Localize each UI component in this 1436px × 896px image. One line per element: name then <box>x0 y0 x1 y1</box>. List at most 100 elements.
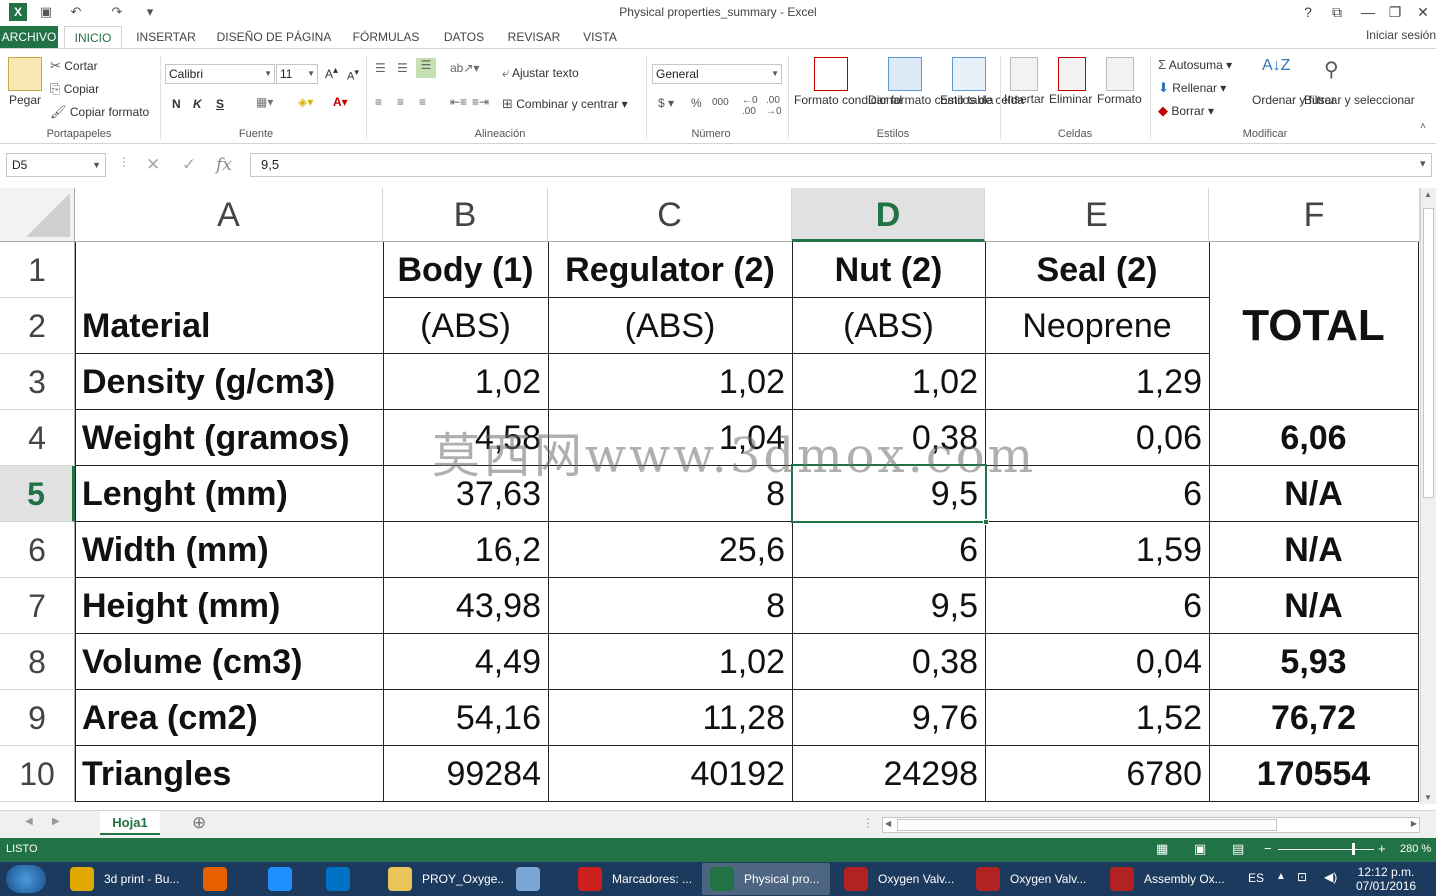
grow-font-button[interactable]: A▴ <box>325 65 338 81</box>
row-header-3[interactable]: 3 <box>0 354 75 410</box>
percent-icon[interactable]: % <box>691 96 702 110</box>
cell-c2[interactable]: (ABS) <box>548 298 792 354</box>
insert-cells-button[interactable]: Insertar <box>1004 92 1045 106</box>
volume-icon[interactable]: ◀) <box>1324 870 1337 884</box>
minimize-button[interactable]: — <box>1357 2 1379 22</box>
shrink-font-button[interactable]: A▾ <box>347 67 359 83</box>
fill-button[interactable]: ⬇ Rellenar ▾ <box>1158 80 1226 96</box>
taskbar-paint[interactable] <box>508 863 564 895</box>
sign-in-link[interactable]: Iniciar sesión <box>1366 28 1436 42</box>
row-header-7[interactable]: 7 <box>0 578 75 634</box>
taskbar-oxygen-valve-1[interactable]: Oxygen Valv... <box>836 863 964 895</box>
taskbar-chrome-3dprint[interactable]: 3d print - Bu... <box>62 863 190 895</box>
clear-button[interactable]: ◆ Borrar ▾ <box>1158 103 1214 119</box>
cell-b6[interactable]: 16,2 <box>383 522 548 578</box>
row-header-10[interactable]: 10 <box>0 746 75 802</box>
wrap-text-button[interactable]: ⤶ Ajustar texto <box>502 65 579 81</box>
column-header-b[interactable]: B <box>383 188 548 242</box>
horizontal-scroll-thumb[interactable] <box>897 819 1277 831</box>
insert-function-icon[interactable]: fx <box>216 155 232 175</box>
autosum-button[interactable]: Σ Autosuma ▾ <box>1158 57 1232 72</box>
tab-inicio[interactable]: INICIO <box>64 26 122 49</box>
zoom-level[interactable]: 280 % <box>1400 843 1431 855</box>
enter-icon[interactable]: ✓ <box>182 155 196 175</box>
tab-vista[interactable]: VISTA <box>576 26 624 48</box>
cell-c8[interactable]: 1,02 <box>548 634 792 690</box>
fill-color-icon[interactable]: ◈▾ <box>298 95 313 109</box>
fill-handle[interactable] <box>983 519 989 525</box>
tab-datos[interactable]: DATOS <box>436 26 492 48</box>
taskbar-firefox[interactable] <box>195 863 253 895</box>
cell-e5[interactable]: 6 <box>985 466 1209 522</box>
format-cells-button[interactable]: Formato <box>1097 92 1142 106</box>
zoom-slider-thumb[interactable] <box>1352 843 1355 855</box>
format-as-table-button[interactable]: Dar formato como tabla <box>868 92 993 108</box>
font-color-icon[interactable]: A▾ <box>333 95 348 109</box>
cell-d1[interactable]: Nut (2) <box>792 242 985 298</box>
cell-b9[interactable]: 54,16 <box>383 690 548 746</box>
tab-formulas[interactable]: FÓRMULAS <box>347 26 425 48</box>
paste-icon[interactable] <box>8 57 42 91</box>
name-box[interactable]: D5 ▼ <box>6 153 106 177</box>
cell-b8[interactable]: 4,49 <box>383 634 548 690</box>
scroll-up-icon[interactable]: ▲ <box>1424 190 1432 199</box>
horizontal-scrollbar[interactable]: ◀ ▶ <box>882 817 1420 833</box>
align-bottom-icon[interactable]: ☰ <box>416 58 436 78</box>
row-header-5[interactable]: 5 <box>0 466 75 522</box>
column-header-c[interactable]: C <box>548 188 792 242</box>
align-left-icon[interactable]: ≡ <box>375 95 382 109</box>
increase-decimal-icon[interactable]: ←0.00 <box>742 95 758 117</box>
currency-icon[interactable]: $ ▾ <box>658 96 674 110</box>
taskbar-assembly-oxygen[interactable]: Assembly Ox... <box>1102 863 1230 895</box>
taskbar-opera-marcadores[interactable]: Marcadores: ... <box>570 863 698 895</box>
cell-d6[interactable]: 6 <box>792 522 985 578</box>
cell-a9[interactable]: Area (cm2) <box>75 690 383 746</box>
taskbar-oxygen-valve-2[interactable]: Oxygen Valv... <box>968 863 1096 895</box>
orientation-icon[interactable]: ab↗▾ <box>450 61 479 75</box>
cell-e2[interactable]: Neoprene <box>985 298 1209 354</box>
cell-a8[interactable]: Volume (cm3) <box>75 634 383 690</box>
copy-button[interactable]: ⎘ Copiar <box>50 81 99 97</box>
clock[interactable]: 12:12 p.m. 07/01/2016 <box>1356 865 1416 893</box>
cell-d2[interactable]: (ABS) <box>792 298 985 354</box>
row-header-9[interactable]: 9 <box>0 690 75 746</box>
cell-e10[interactable]: 6780 <box>985 746 1209 802</box>
find-select-button[interactable]: Buscar y seleccionar <box>1304 92 1415 108</box>
row-header-1[interactable]: 1 <box>0 242 75 298</box>
column-header-f[interactable]: F <box>1209 188 1420 242</box>
cell-d3[interactable]: 1,02 <box>792 354 985 410</box>
tab-insertar[interactable]: INSERTAR <box>131 26 201 48</box>
cell-c1[interactable]: Regulator (2) <box>548 242 792 298</box>
cell-styles-button[interactable]: Estilos de celda <box>940 92 1024 108</box>
conditional-format-button[interactable]: Formato condicional <box>794 92 902 108</box>
cell-f2-total[interactable]: TOTAL <box>1209 298 1418 354</box>
tab-archivo[interactable]: ARCHIVO <box>0 26 58 48</box>
zoom-slider[interactable] <box>1278 849 1374 850</box>
cell-e3[interactable]: 1,29 <box>985 354 1209 410</box>
cell-d7[interactable]: 9,5 <box>792 578 985 634</box>
row-header-2[interactable]: 2 <box>0 298 75 354</box>
vertical-scroll-thumb[interactable] <box>1423 208 1434 498</box>
add-sheet-icon[interactable]: ⊕ <box>192 813 206 833</box>
tab-revisar[interactable]: REVISAR <box>503 26 565 48</box>
split-grip-icon[interactable]: ⋮ <box>862 816 874 830</box>
cell-f5[interactable]: N/A <box>1209 466 1418 522</box>
cell-b2[interactable]: (ABS) <box>383 298 548 354</box>
cell-e9[interactable]: 1,52 <box>985 690 1209 746</box>
zoom-in-icon[interactable]: + <box>1378 841 1386 856</box>
cell-d8[interactable]: 0,38 <box>792 634 985 690</box>
tab-diseno-pagina[interactable]: DISEÑO DE PÁGINA <box>212 26 336 48</box>
cell-f6[interactable]: N/A <box>1209 522 1418 578</box>
cell-d4[interactable]: 0,38 <box>792 410 985 466</box>
select-all-corner[interactable] <box>0 188 75 242</box>
ribbon-display-options-button[interactable]: ⧉ <box>1326 2 1348 22</box>
taskbar-outlook[interactable] <box>318 863 374 895</box>
help-button[interactable]: ? <box>1297 2 1319 22</box>
cell-f10[interactable]: 170554 <box>1209 746 1418 802</box>
sheet-tab-hoja1[interactable]: Hoja1 <box>100 811 160 835</box>
increase-indent-icon[interactable]: ≡⇥ <box>472 95 489 109</box>
column-header-d[interactable]: D <box>792 188 985 242</box>
column-header-a[interactable]: A <box>75 188 383 242</box>
cell-c5[interactable]: 8 <box>548 466 792 522</box>
cell-c10[interactable]: 40192 <box>548 746 792 802</box>
